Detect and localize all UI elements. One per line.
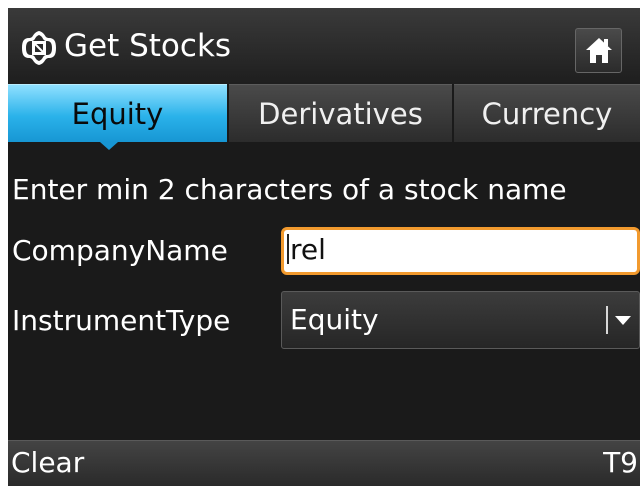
tab-bar: Equity Derivatives Currency (8, 84, 640, 150)
instrument-type-label: InstrumentType (12, 304, 231, 337)
company-name-label: CompanyName (12, 234, 228, 267)
company-name-input[interactable]: rel (281, 227, 640, 275)
tab-derivatives[interactable]: Derivatives (229, 84, 452, 142)
instrument-type-value: Equity (290, 303, 379, 336)
app-logo-icon (20, 29, 58, 67)
softkey-bar: Clear T9 (8, 440, 640, 486)
title-bar: Get Stocks (8, 8, 640, 84)
app-screen: Get Stocks Equity Derivatives Currency E… (8, 8, 640, 486)
search-hint: Enter min 2 characters of a stock name (12, 173, 567, 206)
company-name-value: rel (290, 233, 326, 266)
t9-softkey[interactable]: T9 (603, 445, 638, 481)
active-tab-pointer (100, 142, 118, 150)
text-cursor (287, 234, 289, 264)
chevron-down-icon (615, 316, 631, 325)
select-divider (606, 306, 608, 334)
home-button[interactable] (575, 28, 622, 73)
home-icon (586, 38, 612, 63)
clear-softkey[interactable]: Clear (11, 445, 84, 481)
tab-equity[interactable]: Equity (8, 84, 227, 142)
instrument-type-select[interactable]: Equity (281, 291, 640, 349)
app-title: Get Stocks (64, 28, 232, 64)
tab-currency[interactable]: Currency (454, 84, 640, 142)
